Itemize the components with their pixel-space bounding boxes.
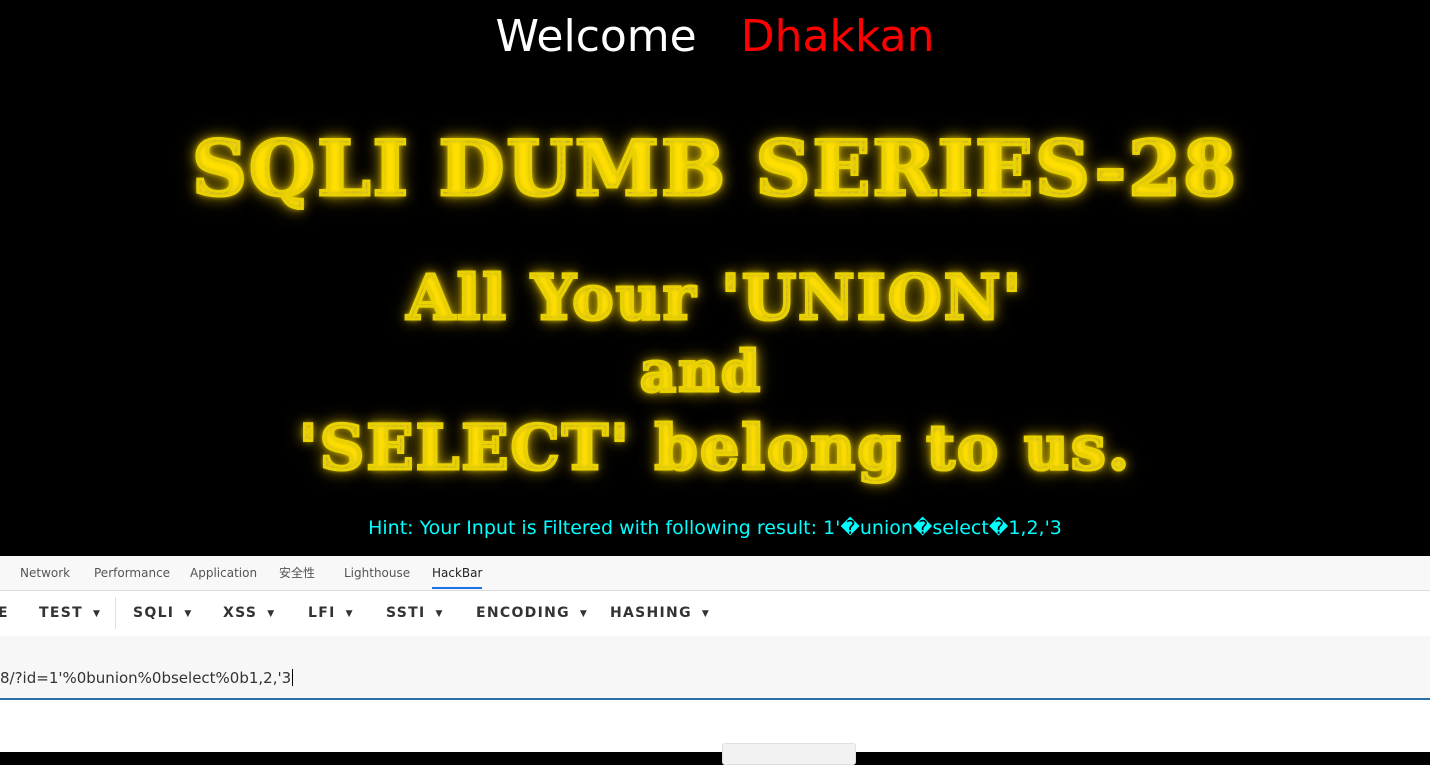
caret-down-icon: ▼ (184, 609, 193, 619)
menu-encoding-label: ENCODING (476, 605, 570, 621)
devtools-tab-bar: | Network Performance Application 安全性 Li… (0, 556, 1430, 591)
menu-lfi-label: LFI (308, 605, 336, 621)
hackbar-lower-area (0, 700, 1430, 765)
menu-test-label: TEST (39, 605, 83, 621)
username: Dhakkan (740, 11, 935, 62)
caret-down-icon: ▼ (435, 609, 444, 619)
menu-ssti[interactable]: SSTI ▼ (386, 591, 444, 635)
caret-down-icon: ▼ (267, 609, 276, 619)
menu-test[interactable]: TEST ▼ (39, 591, 101, 635)
caret-down-icon: ▼ (579, 609, 589, 619)
hackbar-toolbar: E TEST ▼ SQLI ▼ XSS ▼ LFI ▼ SSTI ▼ ENCODING ▼ … (0, 591, 1430, 635)
execute-button[interactable] (722, 743, 856, 765)
tab-performance[interactable]: Performance (94, 556, 170, 590)
caret-down-icon: ▼ (701, 609, 711, 619)
welcome-text: Welcome (495, 11, 697, 62)
menu-xss-label: XSS (223, 605, 258, 621)
menu-xss[interactable]: XSS ▼ (223, 591, 275, 635)
menu-sqli[interactable]: SQLI ▼ (133, 591, 193, 635)
tab-previous-cut[interactable]: | (0, 556, 1, 590)
banner-line-2: and (0, 339, 1416, 406)
tab-hackbar[interactable]: HackBar (432, 556, 483, 590)
toolbar-divider (115, 597, 116, 629)
menu-sqli-label: SQLI (133, 605, 175, 621)
page-content: Welcome Dhakkan SQLI DUMB SERIES-28 All Y… (0, 0, 1430, 556)
hint-text: Hint: Your Input is Filtered with follow… (368, 517, 1062, 539)
menu-cut-label: E (0, 605, 9, 621)
menu-cut-item[interactable]: E (0, 591, 9, 635)
caret-down-icon: ▼ (92, 609, 102, 619)
devtools-panel: | Network Performance Application 安全性 Li… (0, 556, 1430, 765)
menu-hashing[interactable]: HASHING ▼ (610, 591, 710, 635)
url-input-area[interactable]: 8/?id=1'%0bunion%0bselect%0b1,2,'3 (0, 636, 1430, 700)
banner-line-3: 'SELECT' belong to us. (0, 410, 1430, 485)
url-input[interactable]: 8/?id=1'%0bunion%0bselect%0b1,2,'3 (0, 669, 293, 687)
welcome-line: Welcome Dhakkan (0, 10, 1430, 64)
menu-lfi[interactable]: LFI ▼ (308, 591, 354, 635)
caret-down-icon: ▼ (345, 609, 354, 619)
tab-network[interactable]: Network (20, 556, 70, 590)
tab-application[interactable]: Application (190, 556, 257, 590)
tab-security[interactable]: 安全性 (279, 556, 315, 590)
menu-hashing-label: HASHING (610, 605, 692, 621)
page-title: SQLI DUMB SERIES-28 (0, 123, 1430, 215)
banner-line-1: All Your 'UNION' (0, 260, 1430, 335)
menu-encoding[interactable]: ENCODING ▼ (476, 591, 588, 635)
tab-lighthouse[interactable]: Lighthouse (344, 556, 410, 590)
menu-ssti-label: SSTI (386, 605, 426, 621)
